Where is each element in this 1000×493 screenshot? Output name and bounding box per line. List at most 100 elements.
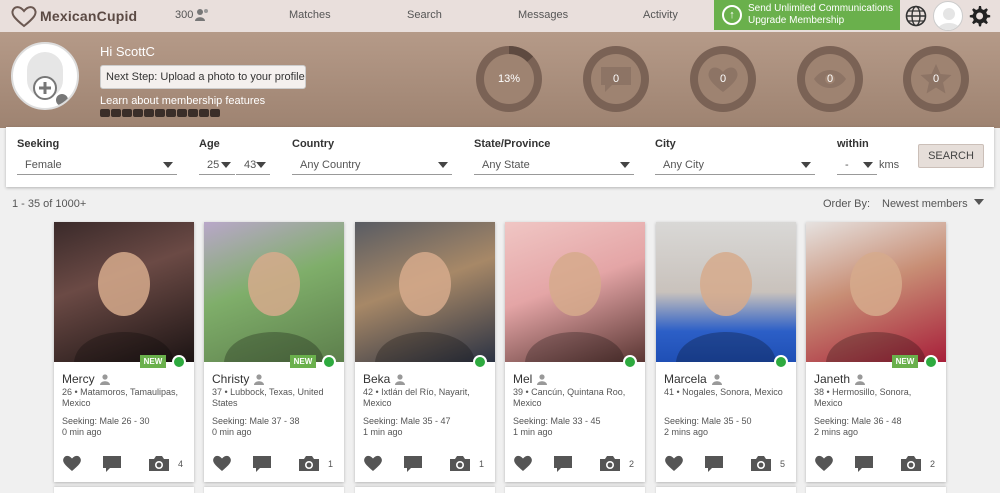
- next-step-button[interactable]: Next Step: Upload a photo to your profil…: [100, 65, 306, 89]
- message-icon[interactable]: [102, 455, 122, 473]
- order-by-select[interactable]: Newest members: [882, 198, 968, 210]
- message-icon[interactable]: [403, 455, 423, 473]
- profile-photo[interactable]: [355, 222, 495, 362]
- profile-seeking: Seeking: Male 33 - 45: [513, 416, 601, 426]
- interests-stat[interactable]: 0: [690, 46, 756, 112]
- heart-icon[interactable]: [363, 454, 383, 472]
- profile-photo[interactable]: [204, 222, 344, 362]
- seeking-select[interactable]: Female: [17, 155, 177, 175]
- profile-location: 26 • Matamoros, Tamaulipas, Mexico: [62, 387, 179, 408]
- logo[interactable]: MexicanCupid: [10, 4, 137, 28]
- city-value: Any City: [663, 159, 704, 171]
- caret-down-icon: [620, 162, 630, 168]
- state-label: State/Province: [474, 138, 551, 150]
- camera-icon[interactable]: [599, 455, 621, 472]
- heart-icon[interactable]: [664, 454, 684, 472]
- heart-icon[interactable]: [513, 454, 533, 472]
- profile-name[interactable]: Marcela: [664, 372, 707, 386]
- profile-card[interactable]: NEW Janeth 38 • Hermosillo, Sonora, Mexico…: [806, 222, 946, 482]
- profile-name[interactable]: Janeth: [814, 372, 850, 386]
- avatar[interactable]: [933, 1, 963, 31]
- message-icon[interactable]: [704, 455, 724, 473]
- wand-feature-icon: [210, 109, 220, 117]
- profile-card-next-row: [54, 487, 194, 493]
- city-select[interactable]: Any City: [655, 155, 815, 175]
- profile-card[interactable]: Beka 42 • Ixtlán del Río, Nayarit, Mexico…: [355, 222, 495, 482]
- profile-last-active: 1 min ago: [363, 427, 403, 437]
- learn-membership-link[interactable]: Learn about membership features: [100, 95, 265, 107]
- lock-feature-icon: [111, 109, 121, 117]
- heart-icon[interactable]: [212, 454, 232, 472]
- online-count-value: 300: [175, 9, 194, 21]
- message-icon[interactable]: [553, 455, 573, 473]
- profile-photo[interactable]: [656, 222, 796, 362]
- profile-name[interactable]: Christy: [212, 372, 249, 386]
- within-label: within: [837, 138, 869, 150]
- heart-logo-icon: [11, 6, 37, 28]
- caret-down-icon[interactable]: [974, 199, 984, 205]
- profile-location: 41 • Nogales, Sonora, Mexico: [664, 387, 783, 397]
- profile-name[interactable]: Mercy: [62, 372, 95, 386]
- profile-photo[interactable]: [806, 222, 946, 362]
- nav-matches[interactable]: Matches: [289, 9, 331, 21]
- chart-feature-icon: [166, 109, 176, 117]
- seeking-value: Female: [25, 159, 62, 171]
- heart-icon[interactable]: [62, 454, 82, 472]
- gear-icon[interactable]: [967, 4, 991, 28]
- nav-messages[interactable]: Messages: [518, 9, 568, 21]
- profile-photo[interactable]: [54, 222, 194, 362]
- gift-feature-icon: [155, 109, 165, 117]
- caret-down-icon: [256, 162, 266, 168]
- nav-activity[interactable]: Activity: [643, 9, 678, 21]
- search-button[interactable]: SEARCH: [918, 144, 984, 168]
- interests-value: 0: [719, 73, 727, 85]
- nav-search[interactable]: Search: [407, 9, 442, 21]
- age-max-select[interactable]: 43: [236, 155, 270, 175]
- profile-seeking: Seeking: Male 36 - 48: [814, 416, 902, 426]
- profile-last-active: 0 min ago: [62, 427, 102, 437]
- profile-location: 37 • Lubbock, Texas, United States: [212, 387, 324, 408]
- profile-name[interactable]: Beka: [363, 372, 390, 386]
- feature-icons: [100, 109, 220, 117]
- message-icon[interactable]: [252, 455, 272, 473]
- camera-icon[interactable]: [900, 455, 922, 472]
- profile-card[interactable]: NEW Mercy 26 • Matamoros, Tamaulipas, Mexi…: [54, 222, 194, 482]
- profile-photo[interactable]: [505, 222, 645, 362]
- profile-card[interactable]: Marcela 41 • Nogales, Sonora, Mexico Seeki…: [656, 222, 796, 482]
- within-select[interactable]: -: [837, 155, 877, 175]
- country-select[interactable]: Any Country: [292, 155, 452, 175]
- messages-value: 0: [612, 73, 620, 85]
- state-select[interactable]: Any State: [474, 155, 634, 175]
- photo-count: 2: [629, 459, 635, 469]
- upgrade-button[interactable]: ↑ Send Unlimited Communications Upgrade …: [714, 0, 900, 30]
- profile-completion-circle[interactable]: 13%: [476, 46, 542, 112]
- profile-card[interactable]: Mel 39 • Cancún, Quintana Roo, Mexico Seek…: [505, 222, 645, 482]
- globe-icon[interactable]: [905, 5, 927, 27]
- my-profile-photo[interactable]: [11, 42, 79, 110]
- age-min-select[interactable]: 25: [199, 155, 235, 175]
- kms-unit: kms: [879, 159, 900, 171]
- camera-icon[interactable]: [750, 455, 772, 472]
- online-count[interactable]: 300: [175, 8, 209, 22]
- profile-name[interactable]: Mel: [513, 372, 532, 386]
- messages-stat[interactable]: 0: [583, 46, 649, 112]
- profile-card[interactable]: NEW Christy 37 • Lubbock, Texas, United St…: [204, 222, 344, 482]
- camera-icon[interactable]: [148, 455, 170, 472]
- message-icon[interactable]: [854, 455, 874, 473]
- camera-icon[interactable]: [449, 455, 471, 472]
- user-icon: [254, 373, 265, 385]
- photo-count: 1: [328, 459, 334, 469]
- favorites-value: 0: [932, 73, 940, 85]
- results-count: 1 - 35 of 1000+: [12, 198, 87, 210]
- camera-icon[interactable]: [298, 455, 320, 472]
- greeting: Hi ScottC: [100, 44, 155, 59]
- user-icon: [711, 373, 722, 385]
- profile-seeking: Seeking: Male 35 - 50: [664, 416, 752, 426]
- heart-icon[interactable]: [814, 454, 834, 472]
- search-feature-icon: [177, 109, 187, 117]
- favorites-stat[interactable]: 0: [903, 46, 969, 112]
- views-stat[interactable]: 0: [797, 46, 863, 112]
- age-max-value: 43: [244, 159, 257, 171]
- new-badge: NEW: [892, 355, 918, 368]
- photo-count: 1: [479, 459, 485, 469]
